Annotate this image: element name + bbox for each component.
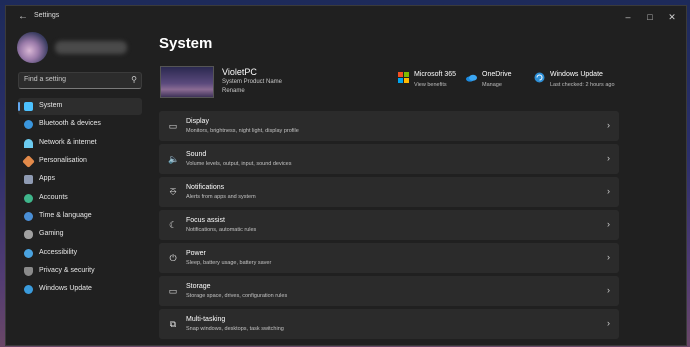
sidebar-item-label: Gaming	[39, 230, 64, 238]
close-icon[interactable]: ✕	[665, 10, 679, 24]
windows-update-icon	[534, 72, 545, 83]
sidebar-item-privacy-security[interactable]: Privacy & security	[18, 263, 142, 280]
sidebar-item-system[interactable]: System	[18, 98, 142, 115]
search-placeholder: Find a setting	[24, 76, 67, 83]
quick-title: Windows Update	[550, 71, 603, 78]
chevron-right-icon: ›	[607, 219, 610, 229]
windows-update-icon	[24, 285, 33, 295]
sidebar-item-windows-update[interactable]: Windows Update	[18, 281, 142, 298]
sidebar-item-gaming[interactable]: Gaming	[18, 226, 142, 243]
card-title: Sound	[186, 151, 207, 158]
settings-window: ← Settings – □ ✕ Find a setting ⚲ System…	[5, 5, 687, 346]
sidebar-item-network[interactable]: Network & internet	[18, 135, 142, 152]
quick-subtitle: Manage	[482, 82, 502, 88]
search-icon[interactable]: ⚲	[131, 75, 137, 84]
accessibility-icon	[24, 248, 33, 258]
sidebar-item-bluetooth[interactable]: Bluetooth & devices	[18, 116, 142, 133]
sound-icon: 🔈	[168, 154, 180, 164]
card-subtitle: Storage space, drives, configuration rul…	[186, 293, 288, 299]
sidebar-item-label: System	[39, 102, 63, 109]
power-icon: ⏻	[169, 253, 177, 263]
sidebar-item-label: Apps	[39, 175, 55, 183]
quick-subtitle: Last checked: 2 hours ago	[550, 82, 615, 88]
display-icon: ▭	[168, 121, 178, 131]
card-title: Power	[186, 250, 206, 257]
bluetooth-icon	[24, 120, 33, 130]
card-subtitle: Volume levels, output, input, sound devi…	[186, 161, 292, 167]
multitasking-icon: ⧉	[169, 319, 177, 329]
sidebar-item-label: Windows Update	[39, 285, 92, 293]
sidebar-nav: System Bluetooth & devices Network & int…	[18, 98, 142, 300]
settings-card-sound[interactable]: 🔈 Sound Volume levels, output, input, so…	[159, 144, 619, 174]
settings-card-focus-assist[interactable]: ☾ Focus assist Notifications, automatic …	[159, 210, 619, 240]
sidebar-item-accounts[interactable]: Accounts	[18, 190, 142, 207]
chevron-right-icon: ›	[607, 186, 610, 196]
chevron-right-icon: ›	[607, 285, 610, 295]
quick-subtitle: View benefits	[414, 82, 447, 88]
card-subtitle: Snap windows, desktops, task switching	[186, 326, 284, 332]
settings-card-display[interactable]: ▭ Display Monitors, brightness, night li…	[159, 111, 619, 141]
username-blurred	[55, 41, 127, 54]
sidebar-item-time-language[interactable]: Time & language	[18, 208, 142, 225]
minimize-icon[interactable]: –	[621, 10, 635, 24]
sidebar-item-label: Personalisation	[39, 157, 87, 165]
gaming-icon	[24, 230, 33, 240]
card-subtitle: Alerts from apps and system	[186, 194, 256, 200]
network-icon	[24, 138, 33, 148]
card-subtitle: Notifications, automatic rules	[186, 227, 257, 233]
card-title: Display	[186, 118, 209, 125]
system-icon	[24, 102, 33, 111]
accounts-icon	[24, 193, 33, 203]
chevron-right-icon: ›	[607, 252, 610, 262]
chevron-right-icon: ›	[607, 318, 610, 328]
sidebar-item-apps[interactable]: Apps	[18, 171, 142, 188]
personalisation-icon	[22, 155, 35, 168]
sidebar-item-label: Accessibility	[39, 248, 78, 256]
card-title: Storage	[186, 283, 211, 290]
microsoft-365-icon	[398, 72, 409, 83]
card-title: Focus assist	[186, 217, 225, 224]
page-title: System	[159, 35, 213, 52]
notifications-icon: ⎑	[169, 187, 177, 197]
privacy-icon	[24, 267, 33, 277]
window-title: Settings	[34, 12, 60, 19]
apps-icon	[24, 175, 33, 185]
quick-title: Microsoft 365	[414, 71, 457, 78]
card-subtitle: Monitors, brightness, night light, displ…	[186, 128, 299, 134]
onedrive-icon	[466, 74, 477, 82]
back-arrow-icon[interactable]: ←	[16, 10, 30, 24]
settings-card-storage[interactable]: ▭ Storage Storage space, drives, configu…	[159, 276, 619, 306]
chevron-right-icon: ›	[607, 153, 610, 163]
storage-icon: ▭	[168, 286, 178, 296]
sidebar-item-label: Network & internet	[39, 138, 97, 146]
time-language-icon	[24, 212, 33, 222]
sidebar-item-label: Accounts	[39, 193, 68, 201]
sidebar-item-label: Bluetooth & devices	[39, 120, 101, 128]
sidebar-item-personalisation[interactable]: Personalisation	[18, 153, 142, 170]
sidebar-item-accessibility[interactable]: Accessibility	[18, 245, 142, 262]
avatar[interactable]	[17, 32, 48, 63]
sidebar-item-label: Time & language	[39, 212, 92, 220]
quick-title: OneDrive	[482, 71, 512, 78]
search-input[interactable]: Find a setting ⚲	[18, 72, 142, 89]
card-title: Notifications	[186, 184, 225, 191]
title-bar: ← Settings – □ ✕	[6, 6, 686, 28]
chevron-right-icon: ›	[607, 120, 610, 130]
pc-model: System Product Name	[222, 79, 283, 85]
rename-link[interactable]: Rename	[222, 88, 245, 94]
maximize-icon[interactable]: □	[643, 10, 657, 24]
settings-card-notifications[interactable]: ⎑ Notifications Alerts from apps and sys…	[159, 177, 619, 207]
sidebar-item-label: Privacy & security	[39, 267, 95, 275]
settings-card-multitasking[interactable]: ⧉ Multi-tasking Snap windows, desktops, …	[159, 309, 619, 339]
card-subtitle: Sleep, battery usage, battery saver	[186, 260, 272, 266]
card-title: Multi-tasking	[186, 316, 226, 323]
focus-assist-icon: ☾	[168, 220, 178, 230]
pc-wallpaper-thumbnail	[160, 66, 214, 98]
settings-card-power[interactable]: ⏻ Power Sleep, battery usage, battery sa…	[159, 243, 619, 273]
pc-name: VioletPC	[222, 67, 257, 77]
